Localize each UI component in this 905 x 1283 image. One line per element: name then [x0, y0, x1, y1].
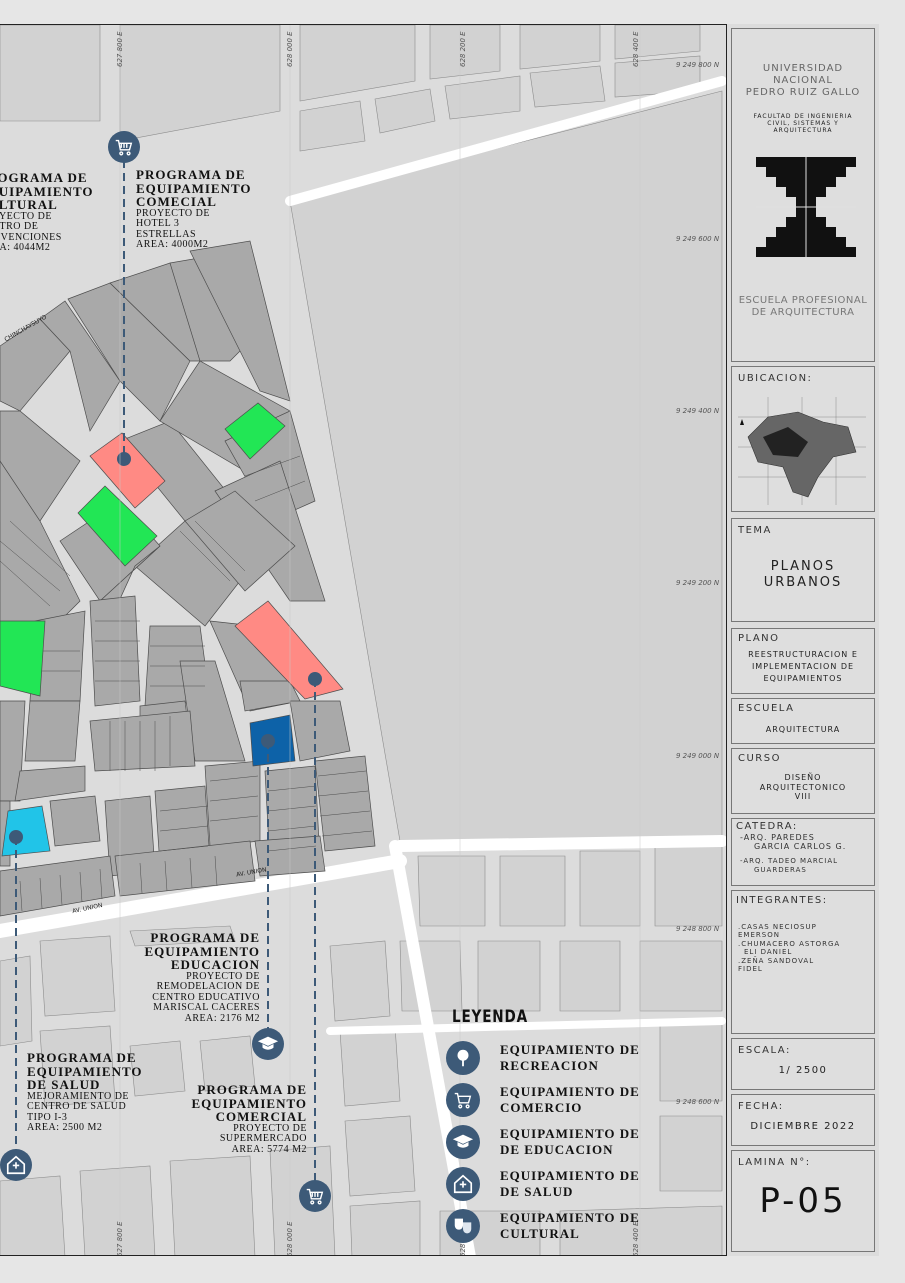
tree-icon — [446, 1041, 480, 1075]
coord-top: 628 400 E — [632, 31, 640, 67]
ubicacion-cell: UBICACION: — [731, 366, 875, 512]
escala-label: ESCALA: — [738, 1045, 791, 1056]
coord-top: 627 800 E — [116, 31, 124, 67]
leader-dot — [308, 672, 322, 686]
tema-label: TEMA — [738, 525, 772, 536]
legend-label: EQUIPAMIENTO DE — [500, 1042, 640, 1058]
legend-label: EQUIPAMIENTO DE — [500, 1210, 640, 1226]
legend-label: EQUIPAMIENTO DE — [500, 1168, 640, 1184]
health-house-icon — [6, 1155, 26, 1175]
theater-masks-icon — [446, 1209, 480, 1243]
legend-item-recreation: EQUIPAMIENTO DE RECREACION — [446, 1037, 716, 1079]
education-pin — [252, 1028, 284, 1060]
legend-item-health: EQUIPAMIENTO DE DE SALUD — [446, 1163, 716, 1205]
escala-value: 1/ 2500 — [778, 1065, 828, 1076]
legend: LEYENDA EQUIPAMIENTO DE RECREACION EQUIPA… — [446, 1007, 716, 1247]
fecha-label: FECHA: — [738, 1101, 784, 1112]
coord-right: 9 249 000 N — [676, 752, 720, 760]
coord-top: 628 000 E — [286, 31, 294, 67]
fecha-value: DICIEMBRE 2022 — [750, 1121, 856, 1132]
integrantes-cell: INTEGRANTES: .CASAS NECIOSUP EMERSON .CH… — [731, 890, 875, 1034]
leader-dot — [9, 830, 23, 844]
coord-right: 9 248 800 N — [676, 925, 720, 933]
legend-label: RECREACION — [500, 1058, 599, 1073]
legend-label: DE EDUCACION — [500, 1142, 614, 1157]
university-logo — [756, 157, 856, 257]
escala-cell: ESCALA: 1/ 2500 — [731, 1038, 875, 1090]
catedra-label: CATEDRA: — [736, 821, 798, 832]
integrantes-value: .CASAS NECIOSUP EMERSON .CHUMACERO ASTOR… — [738, 923, 841, 973]
lamina-label: LAMINA N°: — [738, 1157, 811, 1168]
legend-item-education: EQUIPAMIENTO DE DE EDUCACION — [446, 1121, 716, 1163]
plano-label: PLANO — [738, 633, 780, 644]
escuela-value: ARQUITECTURA — [765, 725, 841, 734]
cart-icon — [306, 1188, 324, 1205]
escuela-cell: ESCUELA ARQUITECTURA — [731, 698, 875, 744]
legend-label: EQUIPAMIENTO DE — [500, 1126, 640, 1142]
recreation-lot — [0, 620, 46, 697]
legend-item-cultural: EQUIPAMIENTO DE CULTURAL — [446, 1205, 716, 1247]
coord-bottom: 628 000 E — [286, 1221, 294, 1256]
escuela-label: ESCUELA — [738, 703, 795, 714]
legend-title: LEYENDA — [452, 1007, 528, 1027]
lamina-cell: LAMINA N°: P-05 — [731, 1150, 875, 1252]
leader-dot — [261, 734, 275, 748]
plano-cell: PLANO REESTRUCTURACION E IMPLEMENTACION D… — [731, 628, 875, 694]
cart-icon — [446, 1083, 480, 1117]
catedra-value: -ARQ. PAREDES GARCIA CARLOS G. -ARQ. TAD… — [740, 833, 847, 875]
university-name: UNIVERSIDAD NACIONAL PEDRO RUIZ GALLO — [745, 63, 861, 98]
legend-item-commerce: EQUIPAMIENTO DE COMERCIO — [446, 1079, 716, 1121]
tema-cell: TEMA PLANOS URBANOS — [731, 518, 875, 622]
commerce-pin-bottom — [299, 1180, 331, 1212]
ubicacion-label: UBICACION: — [738, 373, 813, 384]
health-lot — [1, 805, 51, 857]
program-salud: PROGRAMA DE EQUIPAMIENTO DE SALUD MEJORA… — [27, 1050, 143, 1134]
title-block: UNIVERSIDAD NACIONAL PEDRO RUIZ GALLO FAC… — [726, 24, 879, 1256]
curso-cell: CURSO DISEÑO ARQUITECTONICO VIII — [731, 748, 875, 814]
coord-top: 628 200 E — [459, 31, 467, 67]
health-house-icon — [446, 1167, 480, 1201]
plano-value: REESTRUCTURACION E IMPLEMENTACION DE EQUIP… — [748, 650, 858, 683]
coord-right: 9 249 400 N — [676, 407, 720, 415]
location-minimap — [738, 397, 866, 505]
tema-value: PLANOS URBANOS — [763, 559, 843, 590]
commerce-pin-top — [108, 131, 140, 163]
health-pin — [0, 1149, 32, 1181]
program-comercial-top: PROGRAMA DE EQUIPAMIENTO COMECIAL PROYEC… — [136, 167, 252, 251]
university-cell: UNIVERSIDAD NACIONAL PEDRO RUIZ GALLO FAC… — [731, 28, 875, 362]
coord-right: 9 249 800 N — [676, 61, 720, 69]
program-cultural: PROGRAMA DE EQUIPAMIENTO CULTURAL PROYEC… — [0, 170, 94, 254]
faculty-name: FACULTAD DE INGENIERIA CIVIL, SISTEMAS YA… — [753, 113, 853, 135]
catedra-cell: CATEDRA: -ARQ. PAREDES GARCIA CARLOS G. … — [731, 818, 875, 886]
legend-label: COMERCIO — [500, 1100, 583, 1115]
legend-label: EQUIPAMIENTO DE — [500, 1084, 640, 1100]
coord-right: 9 249 600 N — [676, 235, 720, 243]
legend-label: CULTURAL — [500, 1226, 580, 1241]
coord-right: 9 249 200 N — [676, 579, 720, 587]
graduation-cap-icon — [446, 1125, 480, 1159]
curso-value: DISEÑO ARQUITECTONICO VIII — [759, 773, 847, 802]
graduation-cap-icon — [257, 1036, 279, 1050]
cart-icon — [115, 139, 133, 156]
leader-dot — [117, 452, 131, 466]
coord-bottom: 627 800 E — [116, 1221, 124, 1256]
lamina-value: P-05 — [759, 1181, 847, 1221]
fecha-cell: FECHA: DICIEMBRE 2022 — [731, 1094, 875, 1146]
integrantes-label: INTEGRANTES: — [736, 895, 828, 906]
curso-label: CURSO — [738, 753, 781, 764]
legend-label: DE SALUD — [500, 1184, 574, 1199]
program-comercial-bottom: PROGRAMA DE EQUIPAMIENTO COMERCIAL PROYE… — [191, 1082, 307, 1155]
school-name: ESCUELA PROFESIONAL DE ARQUITECTURA — [738, 295, 868, 318]
program-educacion: PROGRAMA DE EQUIPAMIENTO EDUCACION PROYE… — [144, 930, 260, 1024]
